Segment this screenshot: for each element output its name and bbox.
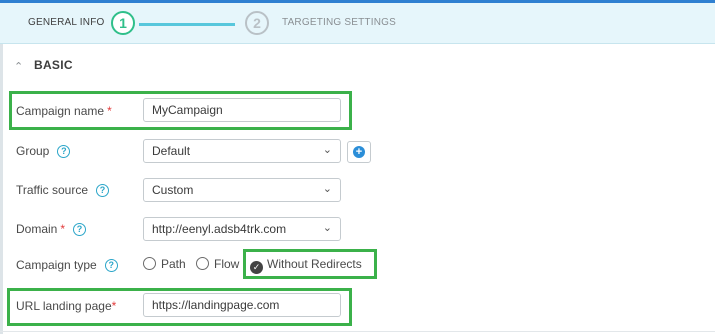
add-group-button[interactable]: + xyxy=(347,141,371,163)
help-icon[interactable]: ? xyxy=(57,145,71,158)
highlight-without-redirects xyxy=(243,249,377,279)
radio-button-icon xyxy=(143,257,156,270)
bottom-divider xyxy=(0,331,715,332)
help-icon[interactable]: ? xyxy=(96,184,110,197)
group-select-value: Default xyxy=(152,144,191,158)
step-general-info[interactable]: GENERAL INFO xyxy=(28,17,105,28)
domain-select[interactable]: http://eenyl.adsb4trk.com ⌄ xyxy=(143,217,341,241)
chevron-up-icon[interactable]: ⌃ xyxy=(14,60,23,73)
chevron-down-icon: ⌄ xyxy=(322,144,332,156)
plus-icon: + xyxy=(353,146,365,158)
step-progress-line xyxy=(139,23,235,26)
traffic-source-label: Traffic source? xyxy=(16,183,110,197)
radio-flow[interactable]: Flow xyxy=(196,257,239,273)
chevron-down-icon: ⌄ xyxy=(322,222,332,234)
step-2-indicator[interactable]: 2 xyxy=(245,11,269,35)
section-left-border xyxy=(0,44,3,334)
group-select[interactable]: Default ⌄ xyxy=(143,139,341,163)
wizard-steps: GENERAL INFO 1 2 TARGETING SETTINGS xyxy=(0,3,715,44)
step-1-indicator[interactable]: 1 xyxy=(111,11,135,35)
highlight-url-landing-page xyxy=(7,288,352,326)
step-targeting-settings[interactable]: TARGETING SETTINGS xyxy=(282,17,396,28)
required-marker: * xyxy=(60,222,66,236)
help-icon[interactable]: ? xyxy=(104,259,118,272)
domain-value: http://eenyl.adsb4trk.com xyxy=(152,222,287,236)
domain-label: Domain *? xyxy=(16,222,87,236)
highlight-campaign-name xyxy=(9,91,352,130)
campaign-type-label: Campaign type? xyxy=(16,258,118,272)
section-title: BASIC xyxy=(34,58,73,72)
help-icon[interactable]: ? xyxy=(73,223,87,236)
chevron-down-icon: ⌄ xyxy=(322,183,332,195)
traffic-source-select[interactable]: Custom ⌄ xyxy=(143,178,341,202)
radio-path[interactable]: Path xyxy=(143,257,186,273)
traffic-source-value: Custom xyxy=(152,183,194,197)
group-label: Group? xyxy=(16,144,71,158)
radio-button-icon xyxy=(196,257,209,270)
